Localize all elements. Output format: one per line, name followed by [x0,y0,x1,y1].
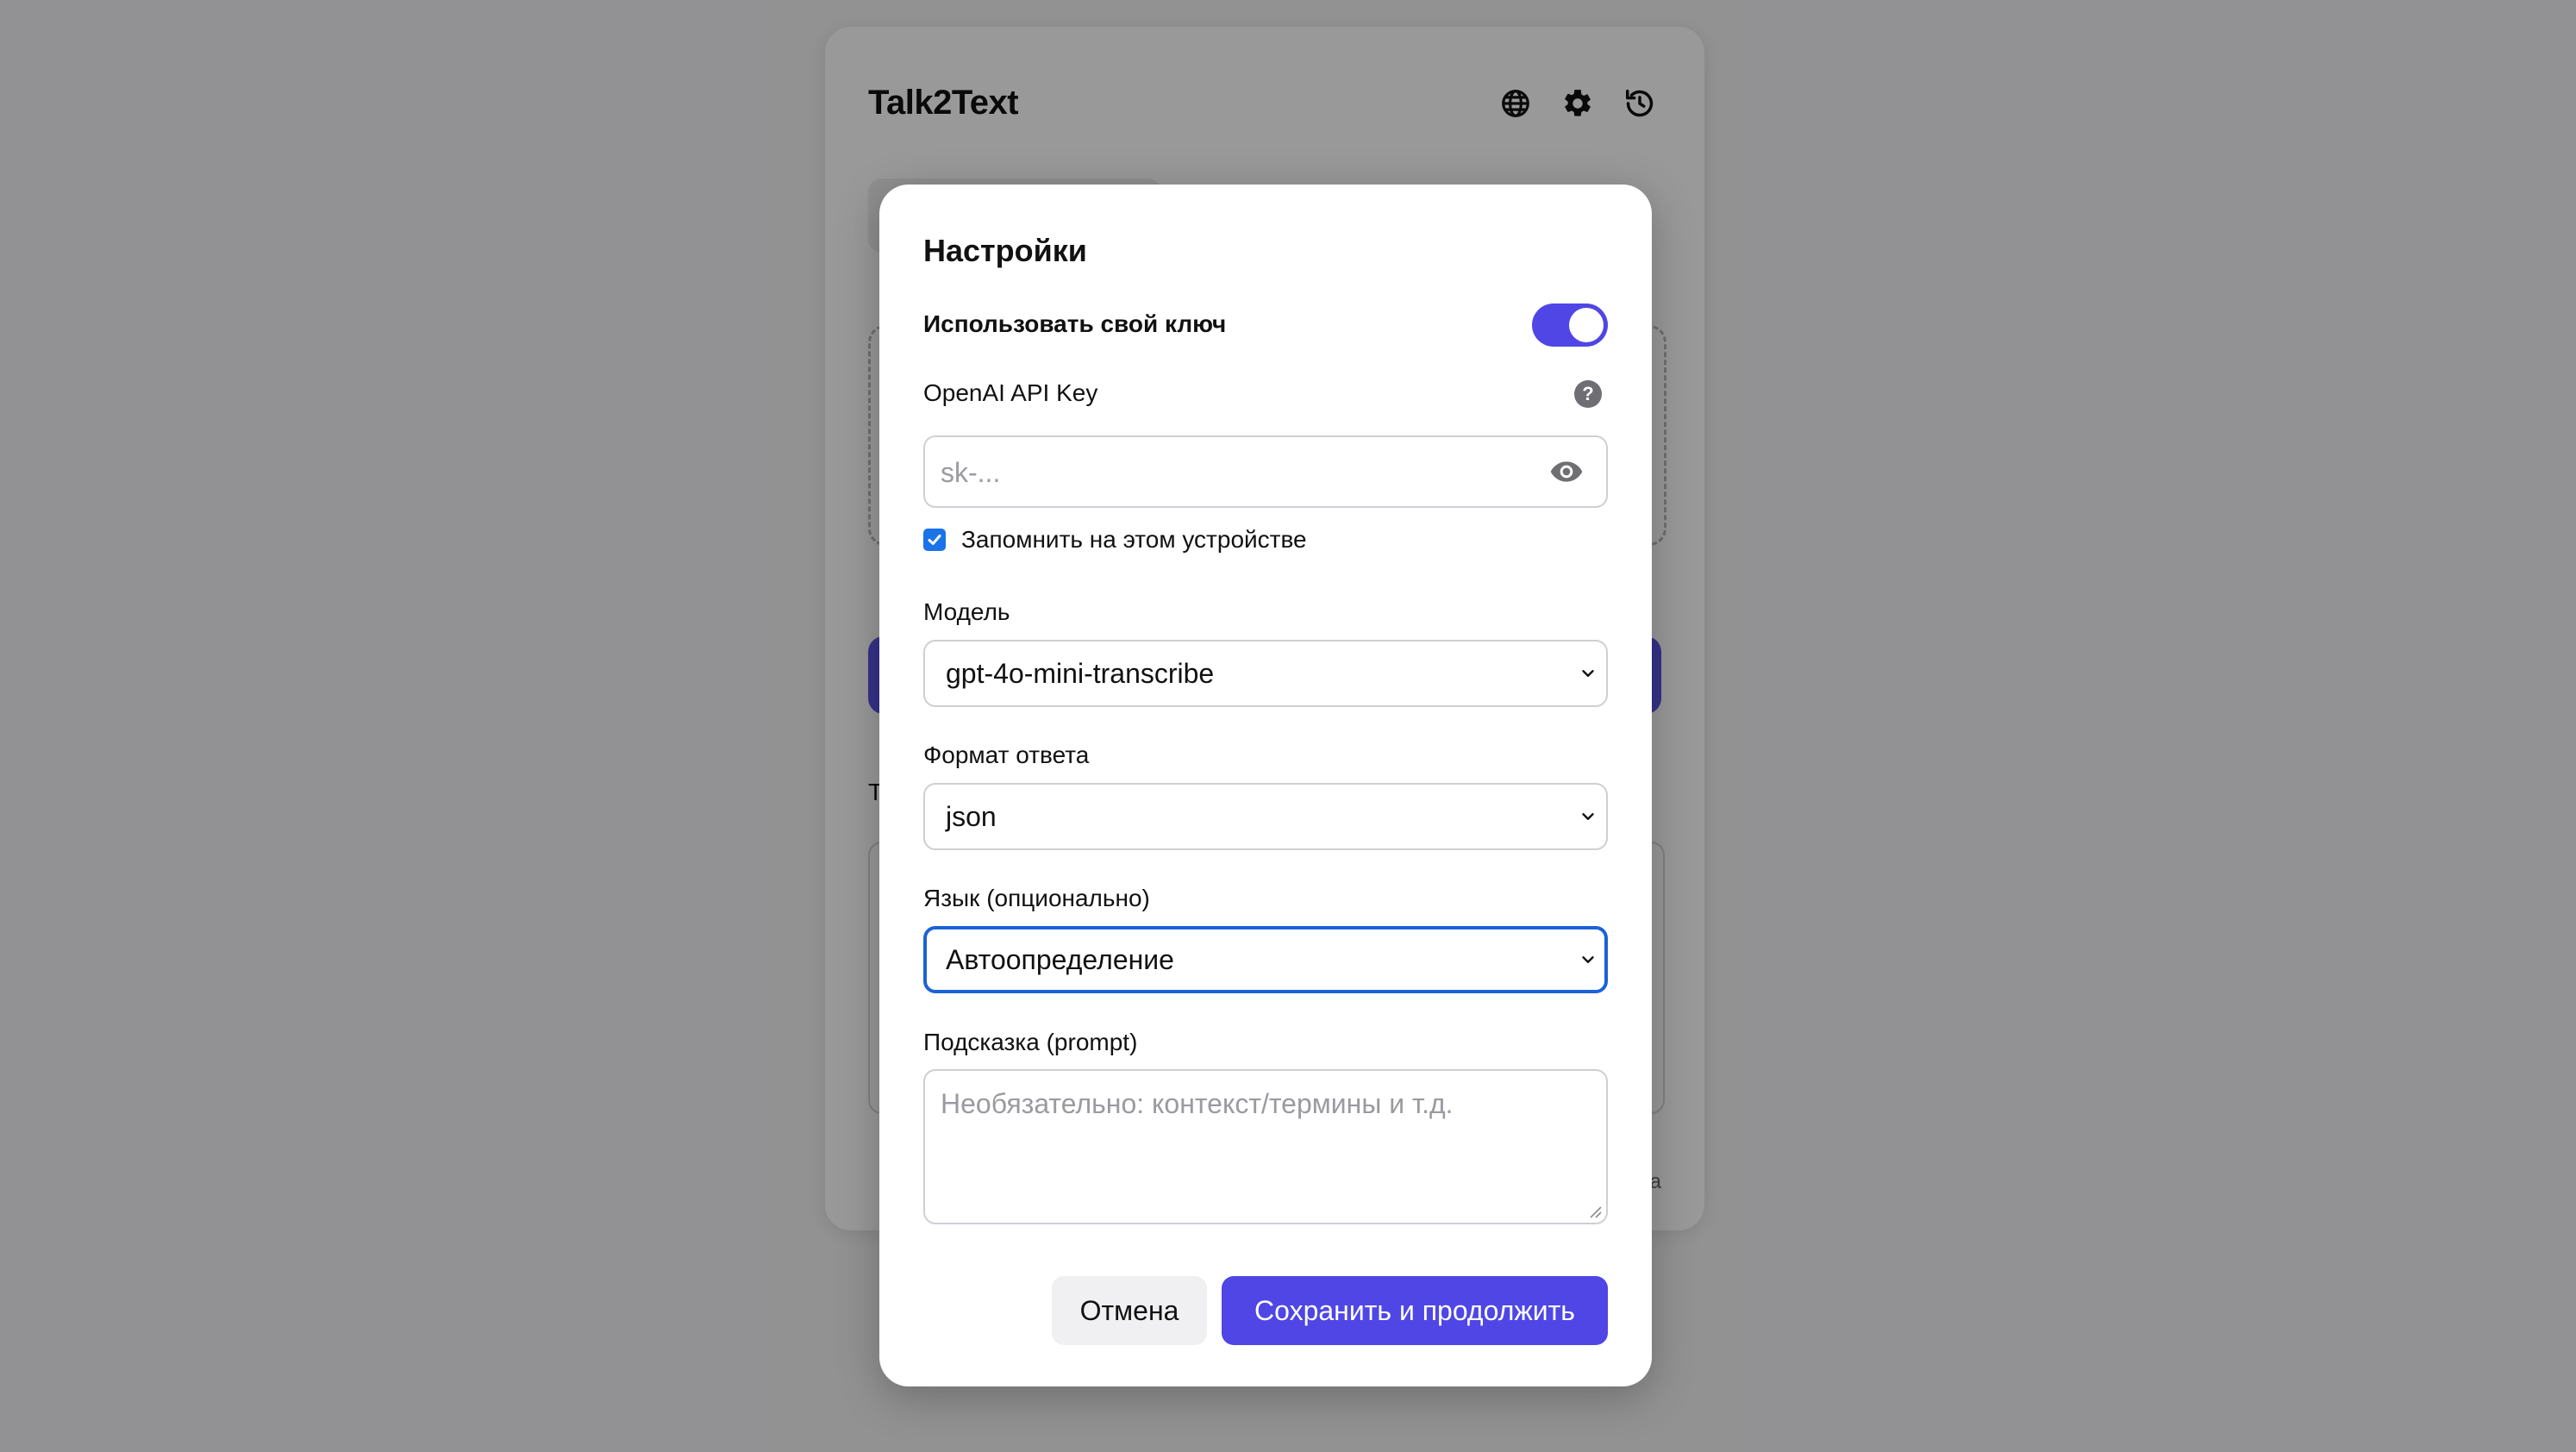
cancel-button[interactable]: Отмена [1052,1276,1207,1345]
model-label: Модель [923,598,1010,625]
chevron-down-icon [1582,670,1594,677]
own-key-label: Использовать свой ключ [923,310,1227,337]
format-label: Формат ответа [923,742,1090,768]
save-continue-button[interactable]: Сохранить и продолжить [1222,1276,1608,1345]
toggle-knob [1569,308,1604,342]
api-key-label: OpenAI API Key [923,379,1098,406]
chevron-down-icon [1582,956,1594,963]
language-label: Язык (опционально) [923,885,1150,911]
model-select-value: gpt-4o-mini-transcribe [946,658,1215,689]
api-key-field [923,435,1608,508]
prompt-field [923,1069,1608,1224]
settings-modal: Настройки Использовать свой ключ OpenAI … [879,185,1652,1386]
language-select[interactable]: Автоопределение [923,926,1608,993]
language-select-value: Автоопределение [946,944,1174,975]
remember-label[interactable]: Запомнить на этом устройстве [961,526,1307,554]
prompt-textarea[interactable] [939,1086,1597,1211]
own-key-toggle[interactable] [1532,304,1608,347]
eye-icon[interactable] [1549,456,1584,487]
modal-title: Настройки [923,233,1087,268]
model-select[interactable]: gpt-4o-mini-transcribe [923,640,1608,707]
api-key-input[interactable] [939,437,1546,508]
remember-row: Запомнить на этом устройстве [923,526,1307,554]
format-select-value: json [946,801,997,832]
help-icon[interactable]: ? [1574,380,1602,408]
remember-checkbox[interactable] [923,529,946,551]
chevron-down-icon [1582,813,1594,820]
resize-handle-icon[interactable] [1587,1204,1603,1219]
prompt-label: Подсказка (prompt) [923,1029,1138,1055]
format-select[interactable]: json [923,783,1608,850]
check-icon [928,535,941,545]
